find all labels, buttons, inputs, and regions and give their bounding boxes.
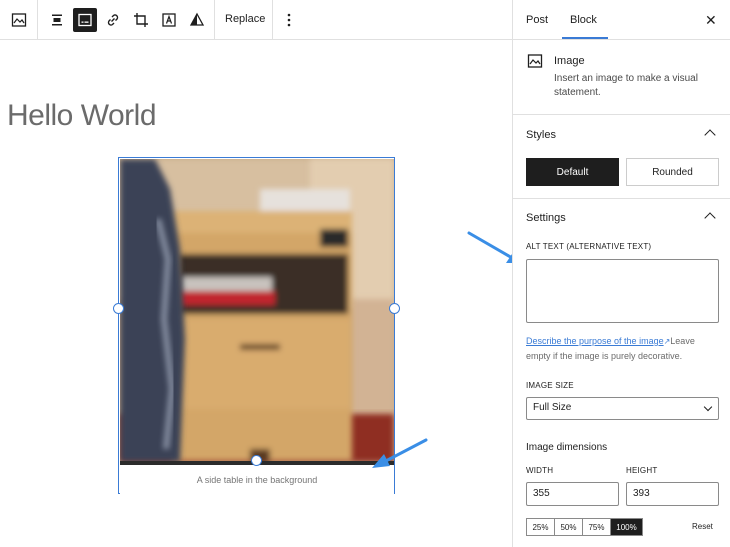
editor-canvas: Hello World A side table in the backgrou… <box>0 41 521 547</box>
toolbar-group-type <box>0 0 38 40</box>
image-caption[interactable]: A side table in the background <box>120 465 394 494</box>
tab-post[interactable]: Post <box>526 14 548 26</box>
crop-icon <box>134 13 148 27</box>
resize-handle-left[interactable] <box>113 303 124 314</box>
image-dimensions-title: Image dimensions <box>526 442 608 453</box>
width-label: WIDTH <box>526 466 554 475</box>
height-label: HEIGHT <box>626 466 658 475</box>
align-button[interactable] <box>45 8 69 32</box>
percent-75-button[interactable]: 75% <box>583 519 611 535</box>
link-icon <box>107 14 119 26</box>
duotone-button[interactable] <box>185 8 209 32</box>
chevron-up-icon <box>704 212 716 224</box>
chevron-up-icon <box>704 129 716 141</box>
post-title[interactable]: Hello World <box>7 99 157 133</box>
image-block[interactable]: A side table in the background <box>118 157 395 494</box>
link-button[interactable] <box>101 8 125 32</box>
style-default-button[interactable]: Default <box>526 158 619 186</box>
resize-handle-right[interactable] <box>389 303 400 314</box>
settings-panel-title: Settings <box>526 212 566 224</box>
image-icon <box>527 54 543 68</box>
alt-text-input[interactable] <box>526 259 719 323</box>
block-image[interactable] <box>120 159 394 462</box>
percent-size-group: 25% 50% 75% 100% <box>526 518 643 536</box>
image-block-button[interactable] <box>7 8 31 32</box>
block-toolbar: Replace <box>0 0 512 40</box>
block-description: Insert an image to make a visual stateme… <box>554 73 698 98</box>
image-size-value: Full Size <box>533 402 572 413</box>
close-icon[interactable]: ✕ <box>705 12 717 29</box>
photo-illustration <box>120 159 394 462</box>
image-size-label: IMAGE SIZE <box>526 381 574 390</box>
crop-button[interactable] <box>129 8 153 32</box>
alt-text-label: ALT TEXT (ALTERNATIVE TEXT) <box>526 242 652 251</box>
toolbar-group-replace <box>215 0 273 40</box>
block-name: Image <box>554 55 585 67</box>
height-input[interactable]: 393 <box>626 482 719 506</box>
describe-purpose-link[interactable]: Describe the purpose of the image <box>526 336 664 346</box>
percent-50-button[interactable]: 50% <box>555 519 583 535</box>
text-overlay-button[interactable] <box>157 8 181 32</box>
style-rounded-button[interactable]: Rounded <box>626 158 719 186</box>
alt-text-help: Describe the purpose of the image↗Leave … <box>526 334 721 363</box>
styles-panel-title: Styles <box>526 129 556 141</box>
duotone-icon <box>189 12 205 26</box>
annotation-arrow-caption <box>372 438 428 468</box>
settings-sidebar: Post Block ✕ Image Insert an image to ma… <box>512 0 730 547</box>
vertical-ellipsis-icon <box>287 13 291 27</box>
resize-handle-bottom[interactable] <box>251 455 262 466</box>
text-overlay-icon <box>162 13 176 27</box>
percent-100-button[interactable]: 100% <box>611 519 642 535</box>
block-card: Image Insert an image to make a visual s… <box>513 41 730 115</box>
toolbar-group-tools <box>38 0 215 40</box>
image-size-select[interactable]: Full Size <box>526 397 719 420</box>
more-options-button[interactable] <box>279 8 299 32</box>
reset-button[interactable]: Reset <box>692 522 713 531</box>
percent-25-button[interactable]: 25% <box>527 519 555 535</box>
caption-icon <box>78 13 92 27</box>
active-tab-indicator <box>562 37 608 39</box>
chevron-down-icon <box>703 402 713 412</box>
caption-button[interactable] <box>73 8 97 32</box>
sidebar-tabs: Post Block ✕ <box>513 0 730 40</box>
settings-panel-header[interactable]: Settings <box>513 199 730 239</box>
tab-block[interactable]: Block <box>570 14 597 26</box>
width-input[interactable]: 355 <box>526 482 619 506</box>
styles-panel-header[interactable]: Styles <box>513 116 730 156</box>
align-icon <box>52 14 62 26</box>
image-icon <box>11 13 27 27</box>
